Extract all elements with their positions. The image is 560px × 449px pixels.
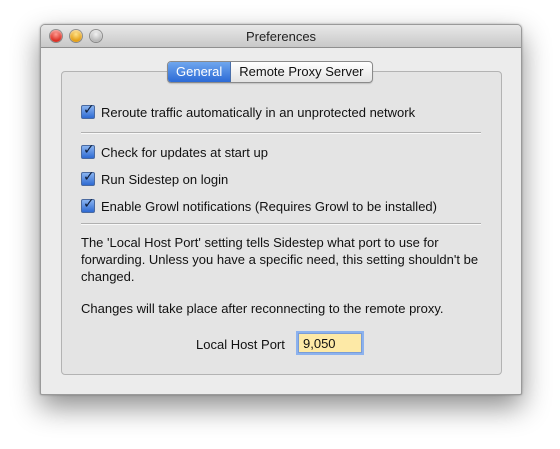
- port-description: The 'Local Host Port' setting tells Side…: [81, 235, 479, 284]
- reconnect-note: Changes will take place after reconnecti…: [81, 301, 444, 316]
- title-bar[interactable]: Preferences: [41, 25, 521, 48]
- preferences-window: Preferences General Remote Proxy Server …: [40, 24, 522, 395]
- run-on-login-label: Run Sidestep on login: [101, 171, 229, 187]
- growl-checkbox[interactable]: ✓: [81, 196, 95, 213]
- local-host-port-input[interactable]: 9,050: [298, 333, 362, 353]
- run-on-login-checkbox[interactable]: ✓: [81, 169, 95, 186]
- tab-bar: General Remote Proxy Server: [167, 61, 373, 83]
- divider: [81, 132, 481, 134]
- divider: [81, 223, 481, 225]
- reroute-label: Reroute traffic automatically in an unpr…: [101, 104, 416, 120]
- window-title: Preferences: [245, 29, 317, 44]
- checkmark-icon: ✓: [83, 196, 95, 212]
- check-updates-checkbox[interactable]: ✓: [81, 142, 95, 159]
- local-host-port-label: Local Host Port: [196, 337, 285, 352]
- growl-option[interactable]: ✓ Enable Growl notifications (Requires G…: [81, 196, 437, 215]
- reroute-option[interactable]: ✓ Reroute traffic automatically in an un…: [81, 102, 416, 121]
- reroute-checkbox[interactable]: ✓: [81, 102, 95, 119]
- checkmark-icon: ✓: [83, 142, 95, 158]
- tab-general[interactable]: General: [168, 62, 232, 82]
- checkmark-icon: ✓: [83, 102, 95, 118]
- growl-label: Enable Growl notifications (Requires Gro…: [101, 198, 437, 214]
- check-updates-label: Check for updates at start up: [101, 144, 268, 160]
- tab-remote-proxy-server[interactable]: Remote Proxy Server: [231, 62, 371, 82]
- checkmark-icon: ✓: [83, 169, 95, 185]
- check-updates-option[interactable]: ✓ Check for updates at start up: [81, 142, 268, 161]
- run-on-login-option[interactable]: ✓ Run Sidestep on login: [81, 169, 229, 188]
